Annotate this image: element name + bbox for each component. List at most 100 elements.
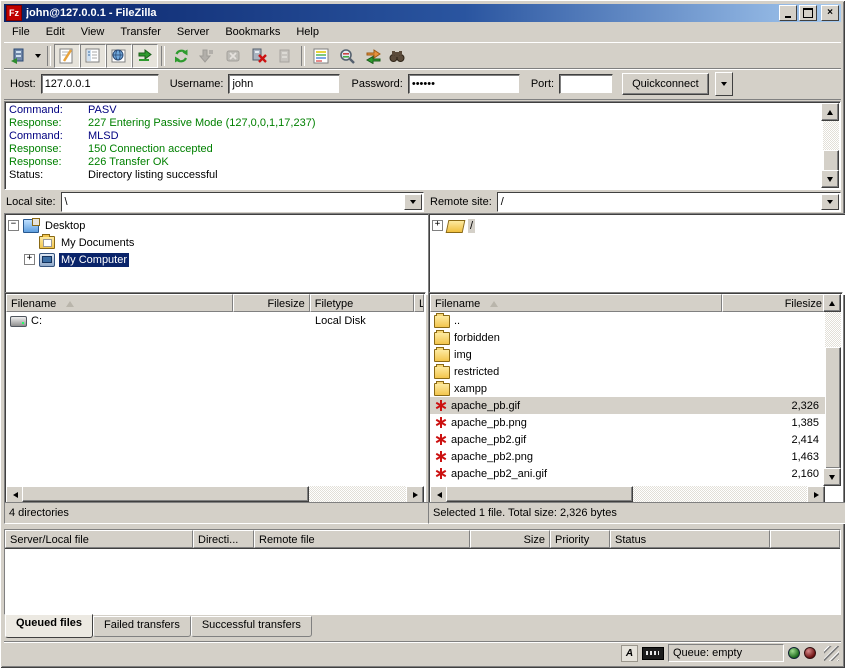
column-header-lastmodified[interactable]: L <box>414 294 424 312</box>
column-header-direction[interactable]: Directi... <box>193 530 254 548</box>
remote-vertical-scrollbar[interactable] <box>825 294 841 486</box>
tree-item-desktop[interactable]: − Desktop <box>8 217 428 234</box>
remote-site-combo[interactable]: / <box>497 192 841 212</box>
username-input[interactable] <box>228 74 340 94</box>
site-manager-button[interactable] <box>6 44 32 68</box>
queue-body[interactable] <box>5 548 840 614</box>
local-horizontal-scrollbar[interactable] <box>6 486 424 502</box>
log-scrollbar[interactable] <box>823 103 839 188</box>
menu-item[interactable]: File <box>4 24 38 40</box>
file-icon <box>434 383 450 396</box>
process-queue-button[interactable] <box>194 44 220 68</box>
scroll-up-button[interactable] <box>823 294 841 312</box>
log-line-text: 150 Connection accepted <box>88 143 213 156</box>
transfer-queue-icon <box>137 48 153 64</box>
menu-item[interactable]: Server <box>169 24 217 40</box>
resize-grip[interactable] <box>824 646 839 661</box>
scrollbar-thumb[interactable] <box>446 486 633 502</box>
column-header-filesize[interactable]: Filesize <box>233 294 310 312</box>
disconnect-button[interactable] <box>246 44 272 68</box>
host-input[interactable] <box>41 74 159 94</box>
scrollbar-thumb[interactable] <box>22 486 309 502</box>
open-folder-icon <box>446 220 466 233</box>
file-row[interactable]: apache_pb2_ani.gif 2,160 <box>430 465 825 482</box>
close-button[interactable]: × <box>821 5 839 21</box>
chevron-down-icon <box>410 200 416 204</box>
column-header-server-local-file[interactable]: Server/Local file <box>5 530 193 548</box>
menu-item[interactable]: Bookmarks <box>217 24 288 40</box>
process-queue-icon <box>199 48 215 64</box>
file-row[interactable]: forbidden <box>430 329 825 346</box>
collapse-icon[interactable]: − <box>8 220 19 231</box>
file-row[interactable]: xampp <box>430 380 825 397</box>
file-row[interactable]: .. <box>430 312 825 329</box>
scroll-right-button[interactable] <box>406 486 424 502</box>
password-input[interactable] <box>408 74 520 94</box>
scroll-down-button[interactable] <box>821 170 839 188</box>
scroll-right-button[interactable] <box>807 486 825 502</box>
remote-site-combo-button[interactable] <box>821 194 839 210</box>
remote-site-bar: Remote site: / <box>428 191 841 212</box>
file-row-local-drive[interactable]: C: Local Disk <box>6 312 424 329</box>
queue-tab[interactable]: Failed transfers <box>93 616 191 637</box>
tree-item-root[interactable]: + / <box>432 217 845 234</box>
directory-comparison-button[interactable] <box>334 44 360 68</box>
reconnect-button[interactable] <box>272 44 298 68</box>
scrollbar-thumb[interactable] <box>825 347 841 469</box>
column-header-filesize[interactable]: Filesize <box>722 294 827 312</box>
toggle-message-log-button[interactable] <box>54 44 80 68</box>
expand-icon[interactable]: + <box>432 220 443 231</box>
local-site-combo[interactable]: \ <box>61 192 424 212</box>
expand-icon[interactable]: + <box>24 254 35 265</box>
toggle-remote-tree-button[interactable] <box>106 44 132 68</box>
scroll-down-button[interactable] <box>823 468 841 486</box>
column-header-priority[interactable]: Priority <box>550 530 610 548</box>
menu-item[interactable]: Edit <box>38 24 73 40</box>
quickconnect-dropdown[interactable] <box>715 72 733 96</box>
file-row[interactable]: apache_pb.gif 2,326 <box>430 397 825 414</box>
synchronized-browsing-button[interactable] <box>360 44 386 68</box>
site-manager-dropdown[interactable] <box>32 45 44 67</box>
cancel-operation-button[interactable] <box>220 44 246 68</box>
remote-list-header: Filename Filesize <box>430 294 841 312</box>
menu-item[interactable]: Transfer <box>112 24 169 40</box>
remote-horizontal-scrollbar[interactable] <box>430 486 825 502</box>
tree-item-my-documents[interactable]: My Documents <box>8 234 428 251</box>
maximize-button[interactable] <box>799 5 817 21</box>
file-icon <box>434 315 450 328</box>
directory-listing-filters-button[interactable] <box>308 44 334 68</box>
file-row[interactable]: apache_pb2.gif 2,414 <box>430 431 825 448</box>
reconnect-icon <box>277 48 293 64</box>
find-files-button[interactable] <box>386 44 408 68</box>
scrollbar-thumb[interactable] <box>823 150 839 172</box>
file-row[interactable]: apache_pb2.png 1,463 <box>430 448 825 465</box>
local-site-combo-button[interactable] <box>404 194 422 210</box>
local-status-text: 4 directories <box>4 502 430 524</box>
column-header-filename[interactable]: Filename <box>430 294 722 312</box>
file-row[interactable]: apache_pb.png 1,385 <box>430 414 825 431</box>
column-header-remote-file[interactable]: Remote file <box>254 530 470 548</box>
quickconnect-button[interactable]: Quickconnect <box>622 73 709 95</box>
menu-item[interactable]: Help <box>288 24 327 40</box>
port-input[interactable] <box>559 74 613 94</box>
column-header-status[interactable]: Status <box>610 530 770 548</box>
minimize-button[interactable] <box>779 5 797 21</box>
log-line: Status: Directory listing successful <box>6 169 839 182</box>
toggle-local-tree-button[interactable] <box>80 44 106 68</box>
file-icon <box>434 467 447 480</box>
menu-item[interactable]: View <box>73 24 113 40</box>
column-header-size[interactable]: Size <box>470 530 550 548</box>
file-row[interactable]: img <box>430 346 825 363</box>
column-header-filetype[interactable]: Filetype <box>310 294 414 312</box>
queue-tab[interactable]: Queued files <box>5 614 93 638</box>
refresh-button[interactable] <box>168 44 194 68</box>
scroll-up-button[interactable] <box>821 103 839 121</box>
queue-tab[interactable]: Successful transfers <box>191 616 312 637</box>
file-size: 2,414 <box>720 431 823 448</box>
title-bar[interactable]: Fz john@127.0.0.1 - FileZilla × <box>4 4 841 22</box>
column-header-filename[interactable]: Filename <box>6 294 233 312</box>
log-line: Response: 150 Connection accepted <box>6 143 839 156</box>
toggle-transfer-queue-button[interactable] <box>132 44 158 68</box>
tree-item-my-computer[interactable]: + My Computer <box>8 251 428 268</box>
file-row[interactable]: restricted <box>430 363 825 380</box>
